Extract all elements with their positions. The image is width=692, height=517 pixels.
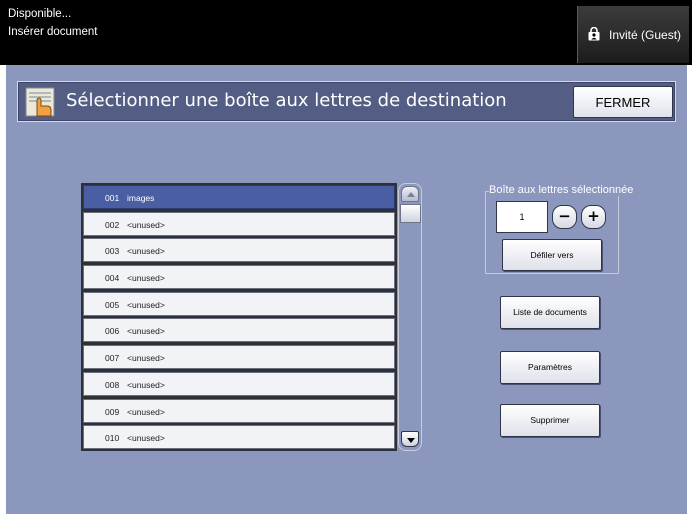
- status-text-secondary: Insérer document: [8, 26, 98, 38]
- mailbox-row[interactable]: 003 <unused>: [83, 238, 395, 263]
- mailbox-list: 001 images 002 <unused> 003 <unused> 004 <unuse…: [81, 183, 397, 451]
- chevron-up-icon: [407, 192, 415, 197]
- decrement-button[interactable]: −: [552, 205, 577, 229]
- document-hand-icon: [25, 87, 55, 117]
- mailbox-number: 002: [105, 219, 120, 230]
- mailbox-number: 006: [105, 326, 120, 337]
- scroll-to-button[interactable]: Défiler vers: [502, 239, 602, 271]
- mailbox-name: <unused>: [127, 326, 165, 337]
- mailbox-name: <unused>: [127, 433, 165, 444]
- user-login-button[interactable]: Invité (Guest): [577, 6, 689, 63]
- status-bar: Disponible... Insérer document Invité (G…: [0, 0, 692, 65]
- mailbox-row[interactable]: 009 <unused>: [83, 398, 395, 423]
- mailbox-name: <unused>: [127, 299, 165, 310]
- mailbox-row[interactable]: 005 <unused>: [83, 291, 395, 316]
- selected-mailbox-label: Boîte aux lettres sélectionnée: [489, 184, 635, 196]
- mailbox-name: images: [127, 193, 155, 203]
- chevron-down-icon: [407, 438, 415, 443]
- mailbox-name: <unused>: [127, 246, 165, 257]
- mailbox-number: 007: [105, 353, 120, 364]
- mailbox-name: <unused>: [127, 273, 165, 284]
- delete-button[interactable]: Supprimer: [500, 404, 600, 437]
- mailbox-name: <unused>: [127, 219, 165, 230]
- scroll-thumb[interactable]: [400, 204, 421, 223]
- mailbox-row[interactable]: 007 <unused>: [83, 345, 395, 370]
- mailbox-number: 001: [105, 193, 120, 203]
- mailbox-row[interactable]: 001 images: [83, 185, 395, 209]
- scroll-down-button[interactable]: [401, 431, 419, 447]
- mailbox-row[interactable]: 002 <unused>: [83, 211, 395, 236]
- mailbox-row[interactable]: 006 <unused>: [83, 318, 395, 343]
- main-panel: Sélectionner une boîte aux lettres de de…: [6, 65, 687, 514]
- mailbox-name: <unused>: [127, 406, 165, 417]
- status-text-primary: Disponible...: [8, 8, 72, 20]
- page-title: Sélectionner une boîte aux lettres de de…: [66, 90, 507, 111]
- user-name-label: Invité (Guest): [609, 28, 682, 42]
- settings-button[interactable]: Paramètres: [500, 351, 600, 384]
- mailbox-number: 005: [105, 299, 120, 310]
- mailbox-number: 008: [105, 379, 120, 390]
- mailbox-number: 003: [105, 246, 120, 257]
- mailbox-number: 010: [105, 433, 120, 444]
- selected-mailbox-field[interactable]: 1: [496, 201, 548, 233]
- dialog-header: Sélectionner une boîte aux lettres de de…: [17, 81, 676, 122]
- mailbox-number: 009: [105, 406, 120, 417]
- mailbox-name: <unused>: [127, 379, 165, 390]
- increment-button[interactable]: +: [581, 205, 606, 229]
- mailbox-number: 004: [105, 273, 120, 284]
- mailbox-row[interactable]: 010 <unused>: [83, 425, 395, 450]
- document-list-button[interactable]: Liste de documents: [500, 296, 600, 329]
- mailbox-row[interactable]: 004 <unused>: [83, 265, 395, 290]
- mailbox-row[interactable]: 008 <unused>: [83, 371, 395, 396]
- mailbox-name: <unused>: [127, 353, 165, 364]
- scroll-up-button[interactable]: [401, 186, 419, 202]
- close-button[interactable]: FERMER: [573, 86, 673, 118]
- lock-user-icon: [588, 27, 600, 41]
- mailbox-list-scrollbar[interactable]: [398, 183, 422, 451]
